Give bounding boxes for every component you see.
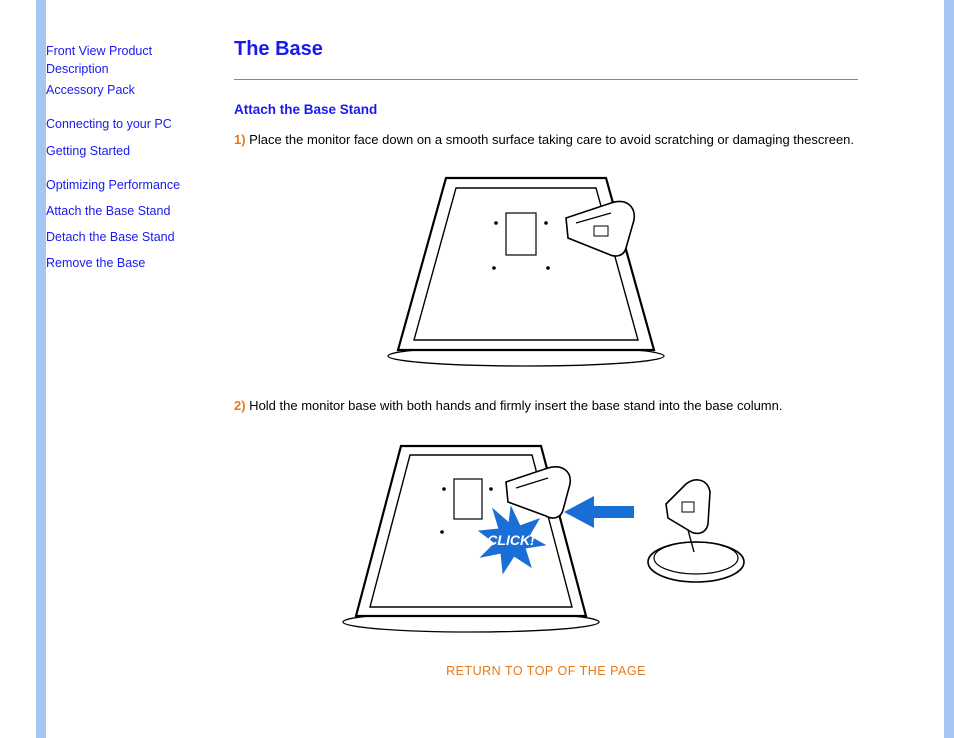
- step-number: 1): [234, 132, 246, 147]
- sidebar-group-3: Optimizing Performance Attach the Base S…: [46, 176, 214, 273]
- page-title: The Base: [234, 38, 858, 61]
- sidebar-link-front-view[interactable]: Front View Product Description: [46, 42, 214, 78]
- left-accent-bar: [36, 0, 46, 738]
- sidebar-link-remove-base[interactable]: Remove the Base: [46, 254, 214, 272]
- sidebar-link-optimizing[interactable]: Optimizing Performance: [46, 176, 214, 194]
- sidebar-link-label: Front View Product: [46, 44, 152, 58]
- step-number: 2): [234, 398, 246, 413]
- sidebar-group-2: Connecting to your PC Getting Started: [46, 115, 214, 159]
- sidebar-group-1: Front View Product Description Accessory…: [46, 42, 214, 99]
- step-2: 2) Hold the monitor base with both hands…: [234, 397, 858, 416]
- section-subtitle: Attach the Base Stand: [234, 102, 858, 117]
- sidebar-nav: Front View Product Description Accessory…: [46, 0, 214, 738]
- sidebar-link-getting-started[interactable]: Getting Started: [46, 142, 214, 160]
- return-to-top-link[interactable]: RETURN TO TOP OF THE PAGE: [446, 664, 646, 678]
- monitor-illustration-icon: [376, 168, 716, 368]
- divider: [234, 79, 858, 80]
- sidebar-link-label: Description: [46, 62, 109, 76]
- sidebar-link-connecting-pc[interactable]: Connecting to your PC: [46, 115, 214, 133]
- figure-2-insert-base: CLICK!: [234, 434, 858, 637]
- main-content: The Base Attach the Base Stand 1) Place …: [234, 0, 918, 738]
- arrow-left-icon: [564, 496, 634, 528]
- monitor-base-insert-icon: CLICK!: [336, 434, 756, 634]
- return-to-top: RETURN TO TOP OF THE PAGE: [234, 663, 858, 678]
- right-accent-bar: [944, 0, 954, 738]
- step-1: 1) Place the monitor face down on a smoo…: [234, 131, 858, 150]
- sidebar-link-attach-base[interactable]: Attach the Base Stand: [46, 202, 214, 220]
- figure-1-monitor-facedown: [234, 168, 858, 371]
- sidebar-link-detach-base[interactable]: Detach the Base Stand: [46, 228, 214, 246]
- click-label: CLICK!: [487, 532, 535, 548]
- sidebar-link-accessory-pack[interactable]: Accessory Pack: [46, 81, 214, 99]
- step-text: Hold the monitor base with both hands an…: [246, 398, 783, 413]
- step-text: Place the monitor face down on a smooth …: [246, 132, 854, 147]
